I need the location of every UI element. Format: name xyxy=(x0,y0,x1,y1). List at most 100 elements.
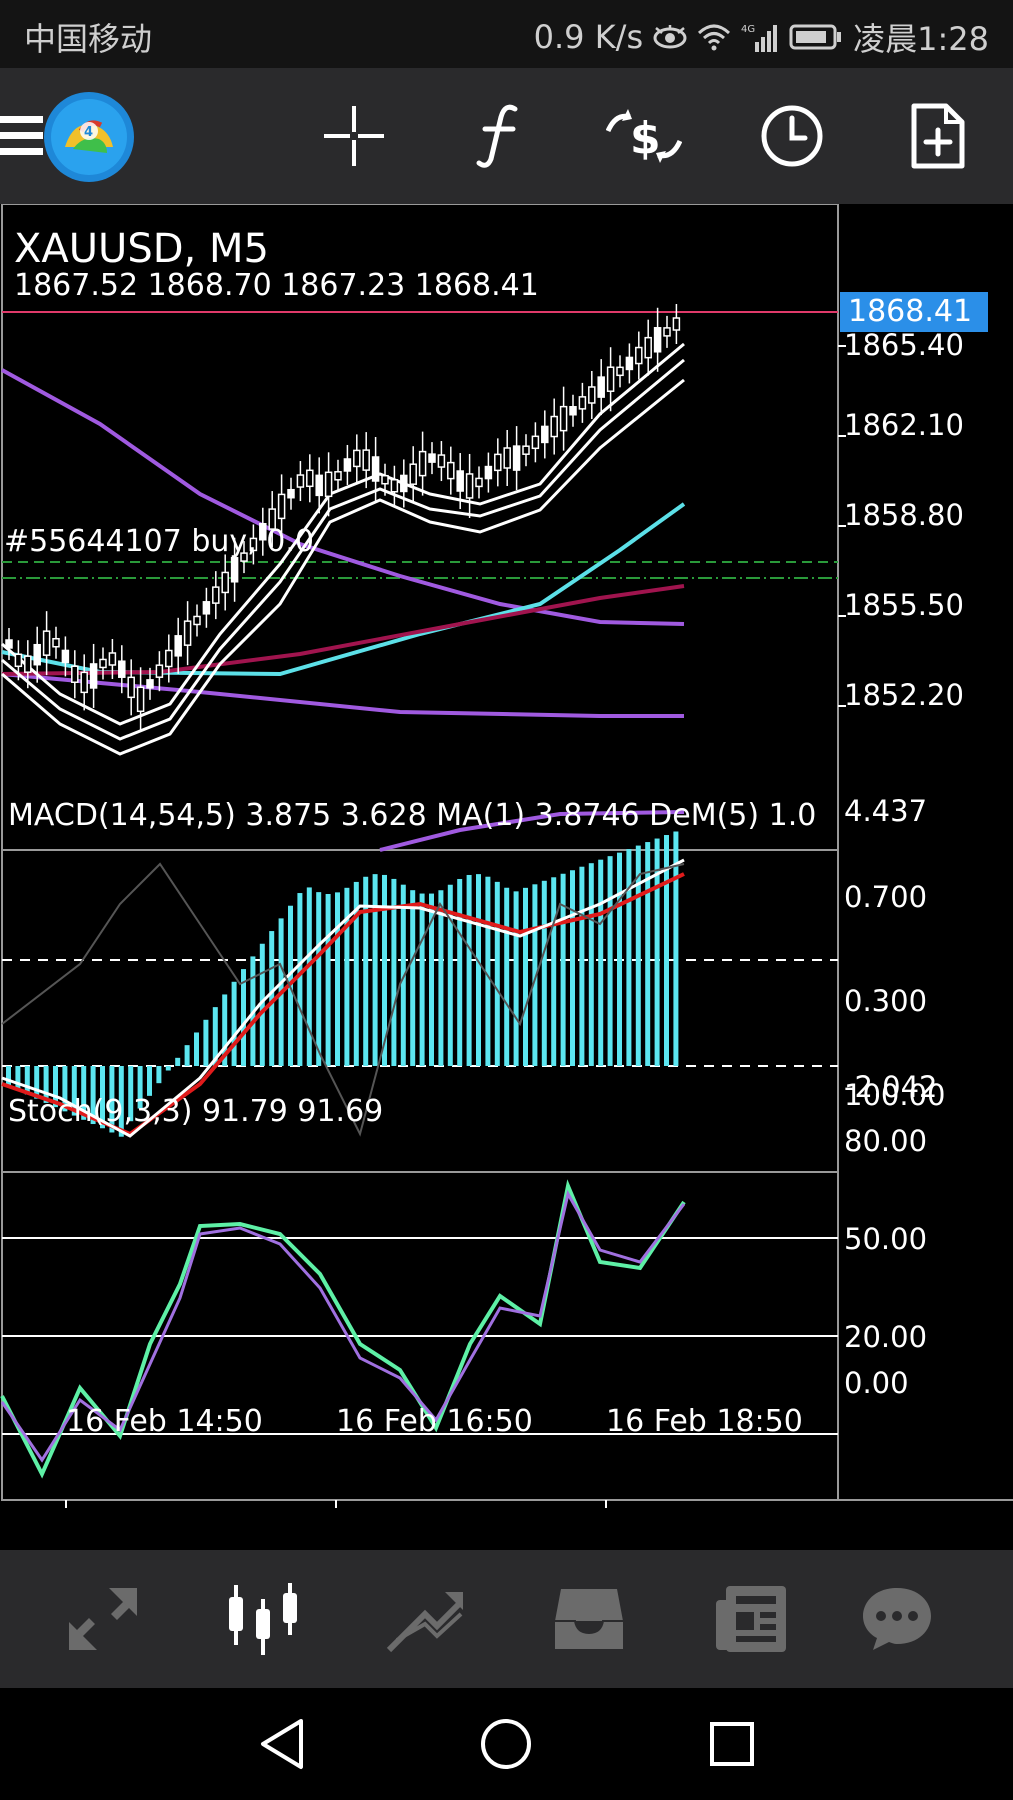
candle-body xyxy=(428,453,436,463)
network-speed: 0.9 K/s xyxy=(533,18,644,56)
macd-axis-label: 0.700 xyxy=(844,880,928,914)
candle-body xyxy=(371,456,380,482)
svg-text:$: $ xyxy=(630,113,661,164)
back-icon[interactable] xyxy=(250,1712,314,1776)
candle-body xyxy=(136,686,145,713)
current-price-tag: 1868.41 xyxy=(840,292,988,332)
chart-toolbar: 4 $ xyxy=(0,68,1013,204)
candle-body xyxy=(465,473,474,499)
candle-body xyxy=(212,586,220,604)
trade-icon[interactable] xyxy=(380,1576,470,1662)
macd-histogram-bar xyxy=(494,881,500,1066)
trade-icon[interactable]: $ xyxy=(604,96,684,176)
function-icon[interactable] xyxy=(460,96,540,176)
candle-body xyxy=(447,461,455,480)
macd-histogram-bar xyxy=(438,890,444,1066)
macd-histogram-bar xyxy=(344,887,350,1066)
stoch-axis-label: 20.00 xyxy=(844,1320,928,1354)
macd-histogram-bar xyxy=(607,856,613,1066)
candle-body xyxy=(437,454,446,468)
macd-histogram-bar xyxy=(325,893,331,1066)
macd-histogram-bar xyxy=(316,892,322,1066)
macd-histogram-bar xyxy=(570,870,575,1066)
macd-histogram-bar xyxy=(560,873,566,1066)
candle-body xyxy=(61,649,70,664)
home-icon[interactable] xyxy=(474,1712,538,1776)
candle-body xyxy=(531,435,540,450)
timeframe-clock-icon[interactable] xyxy=(752,96,832,176)
candle-body xyxy=(484,465,493,480)
candle-body xyxy=(578,396,587,410)
candle-body xyxy=(541,425,549,444)
metatrader-logo[interactable]: 4 xyxy=(42,90,136,184)
macd-histogram-bar xyxy=(523,887,528,1066)
macd-histogram-bar xyxy=(194,1032,199,1066)
candle-body xyxy=(80,671,88,694)
candle-body xyxy=(230,557,239,583)
candle-body xyxy=(193,615,201,626)
price-axis-label: 1858.80 xyxy=(844,498,964,532)
macd-histogram-bar xyxy=(588,863,594,1066)
candle-body xyxy=(287,488,295,499)
macd-axis-label: 4.437 xyxy=(844,794,928,828)
macd-histogram-bar xyxy=(513,891,519,1066)
crosshair-icon[interactable] xyxy=(314,96,394,176)
macd-histogram-bar xyxy=(466,874,472,1066)
candle-body xyxy=(522,445,530,455)
eye-icon xyxy=(653,24,687,50)
macd-axis-label: 0.300 xyxy=(844,984,928,1018)
candle-body xyxy=(315,474,323,497)
candle-body xyxy=(494,453,502,472)
chat-icon[interactable] xyxy=(852,1576,942,1662)
macd-histogram-bar xyxy=(175,1057,181,1066)
macd-histogram-bar xyxy=(579,866,585,1066)
order-label[interactable]: #55644107 buy, 0.0 xyxy=(4,524,314,559)
price-axis-label: 1855.50 xyxy=(844,588,964,622)
time-axis-label: 16 Feb 14:50 xyxy=(66,1404,263,1439)
stoch-label: Stoch(9,3,3) 91.79 91.69 xyxy=(8,1094,384,1129)
price-axis-label: 1862.10 xyxy=(844,408,964,442)
candle-body xyxy=(99,658,107,669)
status-bar: 中国移动 0.9 K/s 4G 凌晨1:28 xyxy=(0,0,1013,68)
candle-body xyxy=(71,665,79,683)
symbol-title: XAUUSD, M5 xyxy=(14,226,269,272)
macd-histogram-bar xyxy=(457,878,463,1066)
macd-histogram-bar xyxy=(15,1066,21,1091)
candle-body xyxy=(146,679,154,689)
candle-body xyxy=(118,660,126,678)
candle-body xyxy=(127,676,135,699)
candle-body xyxy=(52,637,60,648)
news-icon[interactable] xyxy=(706,1576,796,1662)
svg-text:4: 4 xyxy=(84,125,93,140)
add-object-icon[interactable] xyxy=(898,96,978,176)
candle-body xyxy=(588,386,596,404)
macd-histogram-bar xyxy=(504,887,510,1066)
candle-body xyxy=(353,449,361,468)
macd-histogram-bar xyxy=(147,1066,152,1096)
candle-body xyxy=(42,630,51,656)
macd-histogram-bar xyxy=(485,876,491,1066)
candle-body xyxy=(221,571,229,594)
carrier-name: 中国移动 xyxy=(24,20,153,58)
macd-histogram-bar xyxy=(541,880,547,1066)
moving-average-line xyxy=(1,672,684,718)
stoch-axis-label: 0.00 xyxy=(844,1366,909,1400)
candle-body xyxy=(183,620,192,646)
candle-body xyxy=(635,346,643,365)
quotes-icon[interactable] xyxy=(58,1576,148,1662)
macd-histogram-bar xyxy=(476,874,481,1066)
macd-histogram-bar xyxy=(410,890,416,1066)
candle-body xyxy=(334,471,342,481)
candle-body xyxy=(381,474,389,485)
time-axis-label: 16 Feb 18:50 xyxy=(606,1404,803,1439)
candle-body xyxy=(296,474,305,488)
recents-icon[interactable] xyxy=(700,1712,764,1776)
battery-icon xyxy=(789,23,843,51)
candle-body xyxy=(14,653,23,668)
history-icon[interactable] xyxy=(544,1576,634,1662)
network-type: 4G xyxy=(741,24,755,35)
candle-body xyxy=(512,445,521,471)
candle-body xyxy=(155,664,164,678)
chart-icon[interactable] xyxy=(218,1576,308,1662)
chart-area[interactable]: XAUUSD, M5 1867.52 1868.70 1867.23 1868.… xyxy=(0,204,1013,1550)
